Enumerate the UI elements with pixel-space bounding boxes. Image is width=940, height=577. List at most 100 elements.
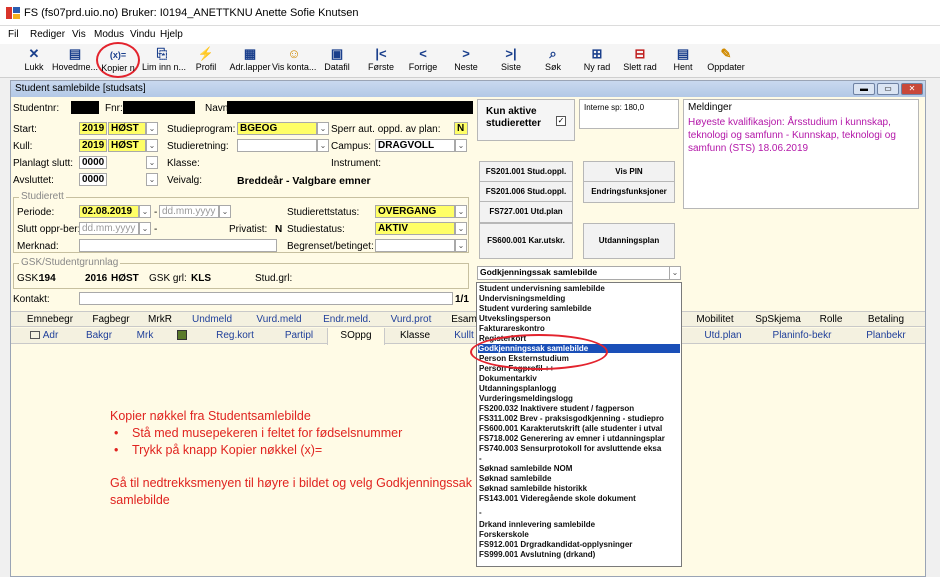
avsluttet-field[interactable]: 0000 — [79, 173, 107, 186]
tab-kullt[interactable]: Kullt — [451, 328, 477, 344]
dropdown-item[interactable]: Søknad samlebilde NOM — [479, 464, 572, 473]
copy-key-button[interactable]: (x)= Kopier n — [96, 42, 140, 78]
tab-endr-meld[interactable]: Endr.meld. — [317, 312, 377, 328]
dropdown-item[interactable]: Søknad samlebilde — [479, 474, 551, 483]
action-dropdown-field[interactable]: Godkjenningssak samlebilde — [477, 266, 671, 280]
vis-pin-button[interactable]: Vis PIN — [583, 161, 675, 183]
avsluttet-dropdown[interactable]: ⌄ — [146, 173, 158, 186]
campus-field[interactable]: DRAGVOLL — [375, 139, 455, 152]
dropdown-item[interactable]: FS718.002 Generering av emner i utdannin… — [479, 434, 665, 443]
update-button[interactable]: ✎ Oppdater — [706, 46, 746, 76]
studieprogram-dropdown[interactable]: ⌄ — [317, 122, 329, 135]
dropdown-item[interactable]: Drkand innlevering samlebilde — [479, 520, 595, 529]
periode-to-dropdown[interactable]: ⌄ — [219, 205, 231, 218]
show-contact-button[interactable]: ☺ Vis konta... — [272, 46, 316, 76]
studieprogram-field[interactable]: BGEOG — [237, 122, 317, 135]
address-labels-button[interactable]: ▦ Adr.lapper — [228, 46, 272, 76]
dropdown-item[interactable]: Vurderingsmeldingslogg — [479, 394, 573, 403]
start-term-dropdown[interactable]: ⌄ — [146, 122, 158, 135]
studieretning-field[interactable] — [237, 139, 317, 152]
tab-undmeld[interactable]: Undmeld — [187, 312, 237, 328]
dropdown-item[interactable]: Utdanningsplanlogg — [479, 384, 556, 393]
begrenset-field[interactable] — [375, 239, 455, 252]
studierettstatus-field[interactable]: OVERGANG — [375, 205, 455, 218]
kull-term-dropdown[interactable]: ⌄ — [146, 139, 158, 152]
tab-spskjema[interactable]: SpSkjema — [753, 312, 803, 328]
tab-mrk[interactable]: Mrk — [133, 328, 157, 344]
tab-utd-plan[interactable]: Utd.plan — [701, 328, 745, 344]
dropdown-item[interactable]: FS143.001 Videregående skole dokument — [479, 494, 636, 503]
tab-vurd-meld[interactable]: Vurd.meld — [251, 312, 307, 328]
tab-photo[interactable] — [175, 328, 189, 344]
tab-emnebegr[interactable]: Emnebegr — [25, 312, 75, 328]
search-button[interactable]: ⌕ Søk — [542, 46, 564, 76]
sperr-field[interactable]: N — [454, 122, 468, 135]
studierettstatus-dropdown[interactable]: ⌄ — [455, 205, 467, 218]
fs201-006-button[interactable]: FS201.006 Stud.oppl. — [479, 181, 573, 203]
fs600-001-button[interactable]: FS600.001 Kar.utskr. — [479, 223, 573, 259]
first-button[interactable]: |< Første — [366, 46, 396, 76]
dropdown-item[interactable]: Søknad samlebilde historikk — [479, 484, 587, 493]
studieretning-dropdown[interactable]: ⌄ — [317, 139, 329, 152]
menu-vindu[interactable]: Vindu — [130, 29, 155, 40]
tab-mrkr[interactable]: MrkR — [143, 312, 177, 328]
planlagt-slutt-dropdown[interactable]: ⌄ — [146, 156, 158, 169]
menu-modus[interactable]: Modus — [94, 29, 124, 40]
close-window-button[interactable]: ✕ — [901, 83, 923, 95]
dropdown-item[interactable]: Undervisningsmelding — [479, 294, 565, 303]
profile-button[interactable]: ⚡ Profil — [192, 46, 220, 76]
periode-from-field[interactable]: 02.08.2019 — [79, 205, 139, 218]
menu-fil[interactable]: Fil — [8, 29, 19, 40]
tab-soppg[interactable]: SOppg — [327, 328, 385, 345]
dropdown-item[interactable]: Fakturareskontro — [479, 324, 545, 333]
kun-aktive-checkbox[interactable]: ✓ — [556, 116, 566, 126]
dropdown-item[interactable]: FS999.001 Avslutning (drkand) — [479, 550, 595, 559]
tab-vurd-prot[interactable]: Vurd.prot — [385, 312, 437, 328]
previous-button[interactable]: < Forrige — [406, 46, 440, 76]
studiestatus-field[interactable]: AKTIV — [375, 222, 455, 235]
menu-rediger[interactable]: Rediger — [30, 29, 65, 40]
minimize-button[interactable]: ▬ — [853, 83, 875, 95]
periode-to-field[interactable]: dd.mm.yyyy — [159, 205, 219, 218]
dropdown-item[interactable]: Student vurdering samlebilde — [479, 304, 591, 313]
tab-rolle[interactable]: Rolle — [815, 312, 847, 328]
utdanningsplan-button[interactable]: Utdanningsplan — [583, 223, 675, 259]
close-button[interactable]: ✕ Lukk — [20, 46, 48, 76]
dropdown-item[interactable]: FS740.003 Sensurprotokoll for avsluttend… — [479, 444, 661, 453]
maximize-button[interactable]: ▭ — [877, 83, 899, 95]
dropdown-item[interactable]: FS311.002 Brev - praksisgodkjenning - st… — [479, 414, 664, 423]
tab-planinfo-bekr[interactable]: Planinfo-bekr — [767, 328, 837, 344]
dropdown-item[interactable]: Dokumentarkiv — [479, 374, 537, 383]
delete-row-button[interactable]: ⊟ Slett rad — [622, 46, 658, 76]
merknad-field[interactable] — [79, 239, 277, 252]
fs201-001-button[interactable]: FS201.001 Stud.oppl. — [479, 161, 573, 183]
slutt-oppr-field[interactable]: dd.mm.yyyy — [79, 222, 139, 235]
kull-term-field[interactable]: HØST — [108, 139, 146, 152]
tab-mobilitet[interactable]: Mobilitet — [691, 312, 739, 328]
slutt-oppr-dropdown[interactable]: ⌄ — [139, 222, 151, 235]
tab-klasse[interactable]: Klasse — [393, 328, 437, 344]
dropdown-item[interactable]: Student undervisning samlebilde — [479, 284, 605, 293]
endringsfunksjoner-button[interactable]: Endringsfunksjoner — [583, 181, 675, 203]
tab-fagbegr[interactable]: Fagbegr — [89, 312, 133, 328]
dropdown-item[interactable]: FS600.001 Karakterutskrift (alle student… — [479, 424, 662, 433]
action-dropdown-toggle[interactable]: ⌄ — [669, 266, 681, 280]
menu-hjelp[interactable]: Hjelp — [160, 29, 183, 40]
paste-key-button[interactable]: ⎘ Lim inn n... — [142, 46, 186, 76]
navn-field[interactable] — [227, 101, 473, 114]
periode-from-dropdown[interactable]: ⌄ — [139, 205, 151, 218]
start-year-field[interactable]: 2019 — [79, 122, 107, 135]
dropdown-item[interactable]: FS200.032 Inaktivere student / fagperson — [479, 404, 634, 413]
fetch-button[interactable]: ▤ Hent — [670, 46, 696, 76]
studiestatus-dropdown[interactable]: ⌄ — [455, 222, 467, 235]
dropdown-item[interactable]: Utvekslingsperson — [479, 314, 551, 323]
planlagt-slutt-field[interactable]: 0000 — [79, 156, 107, 169]
fnr-field[interactable] — [123, 101, 195, 114]
campus-dropdown[interactable]: ⌄ — [455, 139, 467, 152]
dropdown-item[interactable]: FS912.001 Drgradkandidat-opplysninger — [479, 540, 632, 549]
tab-reg-kort[interactable]: Reg.kort — [211, 328, 259, 344]
menu-vis[interactable]: Vis — [72, 29, 86, 40]
begrenset-dropdown[interactable]: ⌄ — [455, 239, 467, 252]
dropdown-item[interactable]: Forskerskole — [479, 530, 529, 539]
next-button[interactable]: > Neste — [452, 46, 480, 76]
